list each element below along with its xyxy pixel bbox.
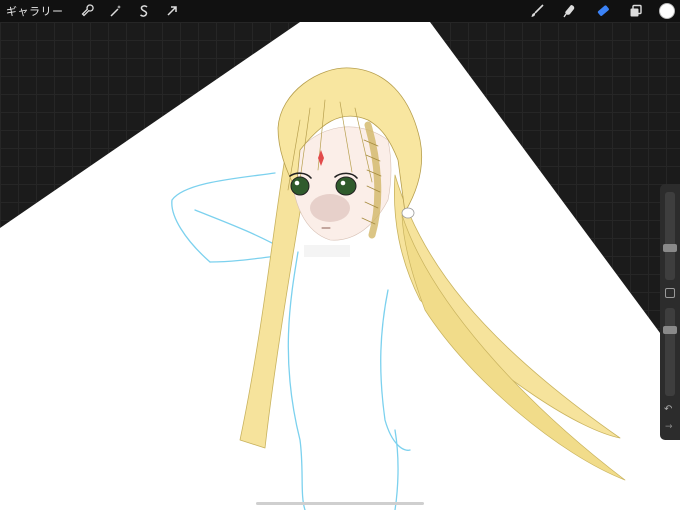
opacity-thumb[interactable]	[663, 325, 677, 334]
redo-button[interactable]: →	[665, 422, 673, 432]
brush-sidebar: ↶ →	[660, 184, 680, 440]
brush-size-slider[interactable]	[663, 192, 677, 280]
opacity-slider[interactable]	[663, 308, 677, 396]
home-indicator	[256, 502, 424, 505]
modify-square-button[interactable]	[665, 288, 675, 298]
undo-button[interactable]: ↶	[664, 404, 672, 415]
artboard[interactable]	[0, 0, 680, 510]
brush-size-thumb[interactable]	[663, 244, 677, 252]
